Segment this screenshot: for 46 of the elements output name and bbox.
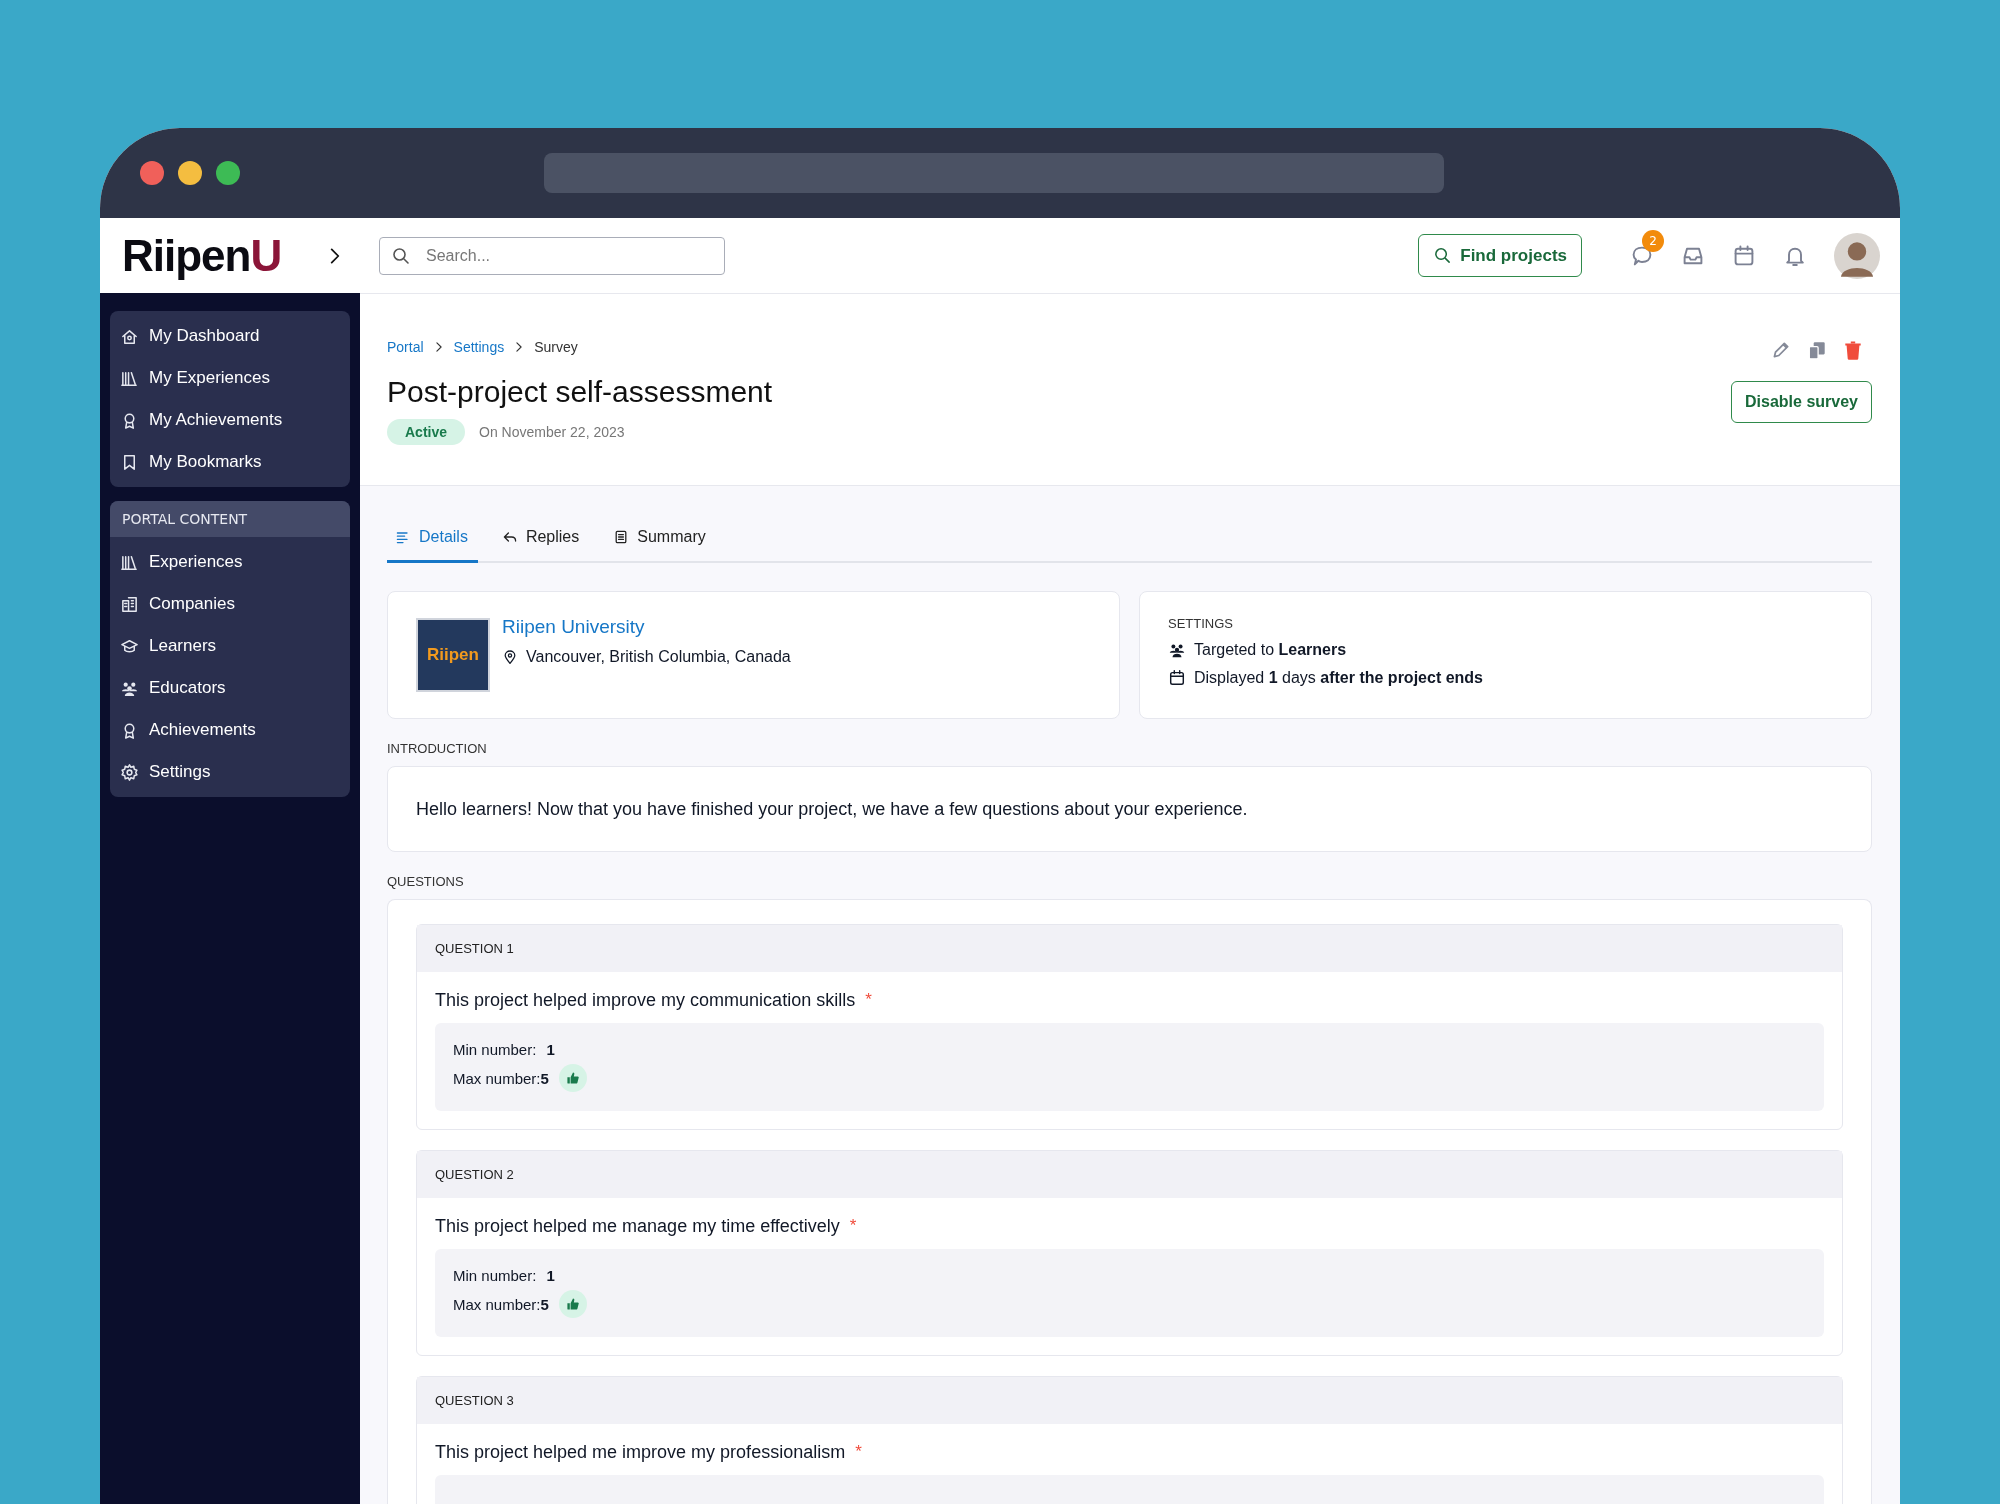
question-label: QUESTION 1 bbox=[417, 925, 1842, 972]
find-projects-button[interactable]: Find projects bbox=[1418, 234, 1582, 277]
question-label: QUESTION 2 bbox=[417, 1151, 1842, 1198]
sidebar-item[interactable]: My Bookmarks bbox=[110, 441, 350, 483]
disable-survey-button[interactable]: Disable survey bbox=[1731, 381, 1872, 423]
question-label: QUESTION 3 bbox=[417, 1377, 1842, 1424]
section-heading: PORTAL CONTENT bbox=[110, 501, 350, 537]
setting-text: Displayed 1 days after the project ends bbox=[1194, 669, 1483, 687]
tab[interactable]: Details bbox=[387, 528, 478, 563]
breadcrumb-link[interactable]: Settings bbox=[453, 339, 505, 355]
setting-text: Targeted to Learners bbox=[1194, 641, 1347, 659]
tab[interactable]: Replies bbox=[493, 528, 590, 563]
section-heading: SETTINGS bbox=[1168, 616, 1234, 631]
sidebar-item[interactable]: Settings bbox=[110, 751, 350, 793]
question-text: This project helped improve my communication skills bbox=[435, 990, 856, 1011]
max-number-text: Max number:5 bbox=[453, 1069, 549, 1087]
tab[interactable]: Summary bbox=[605, 528, 716, 563]
organization-logo: Riipen bbox=[416, 618, 490, 692]
sidebar-item[interactable]: Achievements bbox=[110, 709, 350, 751]
notification-badge: 2 bbox=[1642, 229, 1664, 252]
min-number-text: Min number: 1 bbox=[453, 1041, 556, 1058]
sidebar-item[interactable]: Companies bbox=[110, 583, 350, 625]
sidebar-item[interactable]: My Experiences bbox=[110, 357, 350, 399]
sidebar-item[interactable]: Educators bbox=[110, 667, 350, 709]
date-text: On November 22, 2023 bbox=[479, 424, 625, 440]
page-title: Post-project self-assessment bbox=[387, 375, 773, 409]
sidebar-item[interactable]: Learners bbox=[110, 625, 350, 667]
min-number-text: Min number: 1 bbox=[453, 1267, 556, 1284]
sidebar-item[interactable]: My Achievements bbox=[110, 399, 350, 441]
breadcrumb-current: Survey bbox=[534, 339, 578, 355]
section-heading: INTRODUCTION bbox=[387, 741, 488, 756]
section-heading: QUESTIONS bbox=[387, 874, 465, 889]
breadcrumb-link[interactable]: Portal bbox=[387, 339, 424, 355]
search-field[interactable]: Search... bbox=[379, 236, 725, 275]
question-text: This project helped me improve my professionalism bbox=[435, 1442, 846, 1463]
sidebar-item[interactable]: Experiences bbox=[110, 541, 350, 583]
required-mark: * bbox=[855, 1442, 862, 1463]
required-mark: * bbox=[849, 1216, 857, 1237]
sidebar-item[interactable]: My Dashboard bbox=[110, 315, 350, 357]
question-text: This project helped me manage my time effectively bbox=[435, 1216, 840, 1237]
required-mark: * bbox=[865, 990, 872, 1011]
location-text: Vancouver, British Columbia, Canada bbox=[526, 648, 791, 666]
status-badge: Active bbox=[387, 419, 466, 445]
introduction-text: Hello learners! Now that you have finished your project, we have a few questions about your experience. bbox=[416, 798, 1248, 820]
max-number-text: Max number:5 bbox=[453, 1295, 549, 1313]
organization-link[interactable]: Riipen University bbox=[502, 616, 791, 638]
